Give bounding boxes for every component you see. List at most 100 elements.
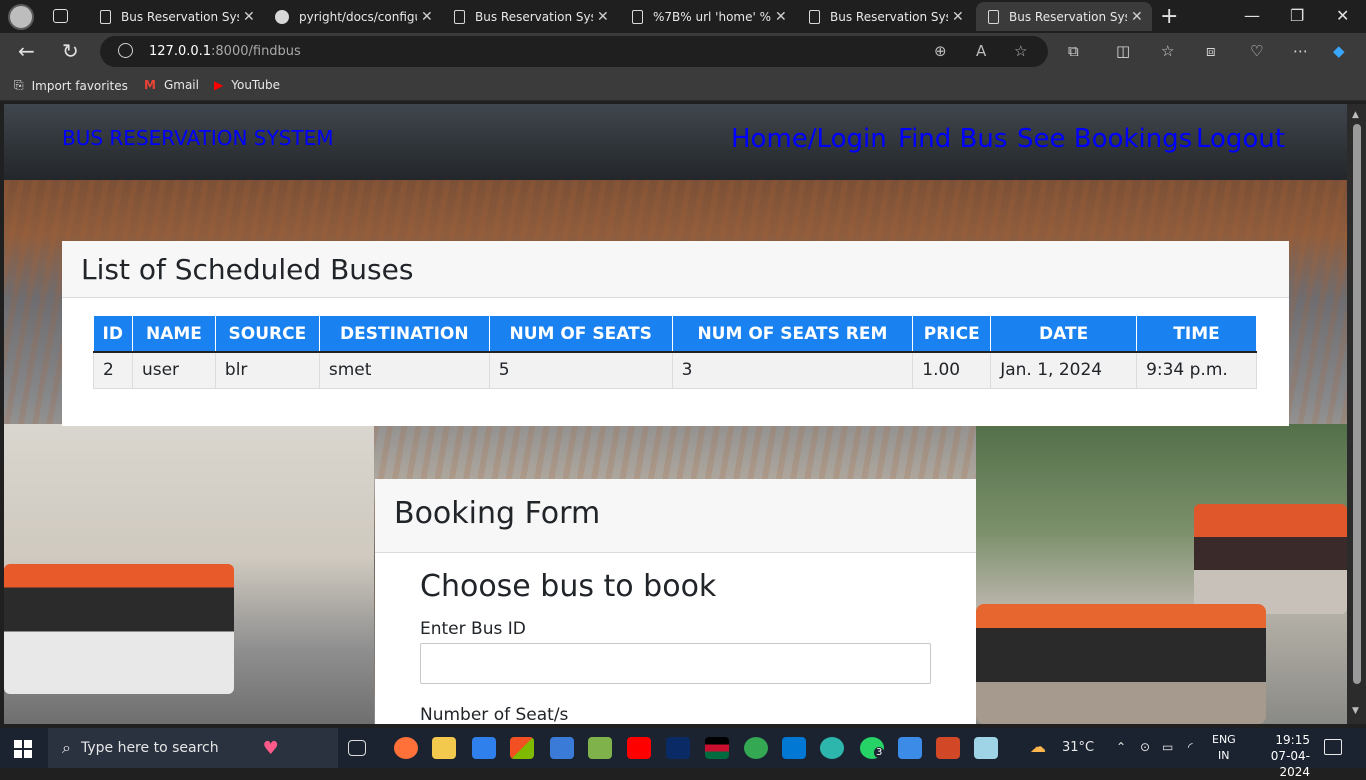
url-host: 127.0.0.1 bbox=[149, 44, 212, 59]
close-icon[interactable]: ✕ bbox=[775, 9, 787, 25]
new-tab-icon[interactable]: + bbox=[1160, 4, 1178, 29]
url-field[interactable]: 127.0.0.1:8000/findbus ⊕ A ☆ bbox=[100, 36, 1048, 67]
background-bus bbox=[1194, 504, 1347, 614]
zoom-icon[interactable]: ⊕ bbox=[934, 42, 947, 60]
column-header: NUM OF SEATS REM bbox=[672, 316, 914, 353]
back-icon[interactable]: ← bbox=[18, 39, 35, 63]
favorite-label: YouTube bbox=[231, 78, 281, 92]
cell-id: 2 bbox=[93, 351, 133, 389]
favorite-gmail[interactable]: M Gmail bbox=[144, 78, 199, 92]
python-icon[interactable] bbox=[550, 737, 574, 759]
notification-badge: 3 bbox=[874, 747, 885, 758]
wifi-icon[interactable]: ◜ bbox=[1188, 740, 1193, 754]
vscode-icon[interactable] bbox=[782, 737, 806, 759]
extensions-icon[interactable]: ⧉ bbox=[1068, 42, 1079, 60]
close-icon[interactable]: ✕ bbox=[421, 9, 433, 25]
flag-app-icon[interactable] bbox=[705, 737, 729, 759]
charts-app-icon[interactable] bbox=[588, 737, 612, 759]
browser-tab[interactable]: Bus Reservation Syste ✕ bbox=[797, 2, 973, 31]
column-header: DESTINATION bbox=[319, 316, 490, 353]
search-placeholder: Type here to search bbox=[80, 740, 219, 756]
profile-avatar[interactable] bbox=[8, 4, 34, 30]
meet-icon[interactable]: ⊙ bbox=[1140, 740, 1150, 754]
performance-icon[interactable]: ♡ bbox=[1250, 42, 1263, 60]
favorite-star-icon[interactable]: ☆ bbox=[1014, 42, 1027, 60]
page-scrollbar[interactable]: ▲ ▼ bbox=[1347, 104, 1366, 724]
column-header: DATE bbox=[990, 316, 1138, 353]
browser-tab-bar: Bus Reservation Syste ✕ pyright/docs/con… bbox=[0, 0, 1366, 33]
language-indicator[interactable]: ENG IN bbox=[1212, 732, 1236, 764]
column-header: TIME bbox=[1136, 316, 1257, 353]
tab-actions-icon[interactable] bbox=[53, 9, 68, 23]
tab-title: Bus Reservation Syste bbox=[830, 9, 948, 24]
brand-link[interactable]: BUS RESERVATION SYSTEM bbox=[62, 126, 334, 150]
task-view-icon[interactable] bbox=[348, 740, 366, 756]
close-icon[interactable]: ✕ bbox=[597, 9, 609, 25]
photos-icon[interactable] bbox=[898, 737, 922, 759]
scroll-up-icon[interactable]: ▲ bbox=[1352, 110, 1359, 120]
youtube-app-icon[interactable] bbox=[627, 737, 651, 759]
file-explorer-icon[interactable] bbox=[432, 737, 456, 759]
webex-icon[interactable] bbox=[666, 737, 690, 759]
close-icon[interactable]: ✕ bbox=[1131, 9, 1143, 25]
info-icon[interactable] bbox=[118, 43, 133, 58]
powerpoint-icon[interactable] bbox=[936, 737, 960, 759]
system-clock[interactable]: 19:15 07-04-2024 bbox=[1250, 732, 1310, 780]
nav-find-bus[interactable]: Find Bus bbox=[898, 124, 1007, 154]
weather-icon[interactable]: ☁ bbox=[1030, 737, 1046, 756]
close-icon[interactable]: ✕ bbox=[243, 9, 255, 25]
background-bus bbox=[4, 564, 234, 694]
more-menu-icon[interactable]: ⋯ bbox=[1293, 42, 1308, 60]
clock-date: 07-04-2024 bbox=[1270, 749, 1310, 779]
scroll-thumb[interactable] bbox=[1353, 124, 1361, 684]
browser-tab[interactable]: Bus Reservation Syste ✕ bbox=[88, 2, 260, 31]
page-icon bbox=[809, 9, 820, 24]
favorite-youtube[interactable]: ▶ YouTube bbox=[214, 78, 280, 92]
browser-tab-active[interactable]: Bus Reservation Syste ✕ bbox=[976, 2, 1152, 31]
cell-date: Jan. 1, 2024 bbox=[990, 351, 1138, 389]
scheduled-buses-card: List of Scheduled Buses ID NAME SOURCE D… bbox=[62, 241, 1289, 426]
maximize-icon[interactable]: ❐ bbox=[1290, 6, 1304, 25]
nav-logout[interactable]: Logout bbox=[1196, 124, 1285, 154]
copilot-icon[interactable]: ◆ bbox=[1333, 42, 1345, 60]
nav-home-login[interactable]: Home/Login bbox=[731, 124, 887, 154]
notifications-icon[interactable] bbox=[1324, 739, 1342, 755]
favorites-icon[interactable]: ☆ bbox=[1161, 42, 1174, 60]
browser-tab[interactable]: %7B% url 'home' %% ✕ bbox=[620, 2, 796, 31]
split-screen-icon[interactable]: ◫ bbox=[1116, 42, 1130, 60]
scroll-down-icon[interactable]: ▼ bbox=[1352, 706, 1359, 716]
refresh-icon[interactable]: ↻ bbox=[62, 39, 79, 63]
bus-id-input[interactable] bbox=[420, 643, 931, 684]
taskbar-search[interactable]: ⌕ Type here to search ♥ bbox=[48, 728, 338, 768]
chevron-up-icon[interactable]: ⌃ bbox=[1116, 740, 1126, 754]
close-icon[interactable]: ✕ bbox=[952, 9, 964, 25]
lang-code: ENG bbox=[1212, 733, 1236, 746]
whatsapp-icon[interactable]: 3 bbox=[860, 737, 885, 759]
minimize-icon[interactable]: — bbox=[1244, 6, 1260, 25]
favorite-import[interactable]: ⎘ Import favorites bbox=[14, 78, 128, 93]
gmail-icon: M bbox=[144, 78, 156, 92]
windows-start-icon[interactable] bbox=[14, 740, 32, 758]
search-highlight-icon: ♥ bbox=[262, 737, 279, 759]
page-icon bbox=[454, 9, 465, 24]
tab-title: Bus Reservation Syste bbox=[1009, 9, 1127, 24]
browser-tab[interactable]: Bus Reservation Syste ✕ bbox=[442, 2, 618, 31]
nav-see-bookings[interactable]: See Bookings bbox=[1017, 124, 1192, 154]
weather-temp[interactable]: 31°C bbox=[1062, 740, 1094, 755]
browser-tab[interactable]: pyright/docs/configu ✕ bbox=[263, 2, 439, 31]
notes-icon[interactable] bbox=[974, 737, 998, 759]
firefox-icon[interactable] bbox=[394, 737, 418, 759]
edge-icon[interactable] bbox=[820, 737, 844, 759]
mail-icon[interactable] bbox=[472, 737, 496, 759]
import-icon: ⎘ bbox=[14, 78, 24, 92]
card-title: List of Scheduled Buses bbox=[62, 241, 1289, 298]
cell-seats-remaining: 3 bbox=[671, 351, 914, 389]
battery-icon[interactable]: ▭ bbox=[1162, 740, 1173, 754]
store-icon[interactable] bbox=[510, 737, 534, 759]
window-close-icon[interactable]: ✕ bbox=[1336, 6, 1349, 25]
read-aloud-icon[interactable]: A bbox=[976, 42, 986, 60]
collections-icon[interactable]: ⧈ bbox=[1206, 42, 1216, 60]
chrome-icon[interactable] bbox=[744, 737, 768, 759]
tab-title: Bus Reservation Syste bbox=[121, 9, 239, 24]
url-path: :8000/findbus bbox=[211, 44, 301, 59]
